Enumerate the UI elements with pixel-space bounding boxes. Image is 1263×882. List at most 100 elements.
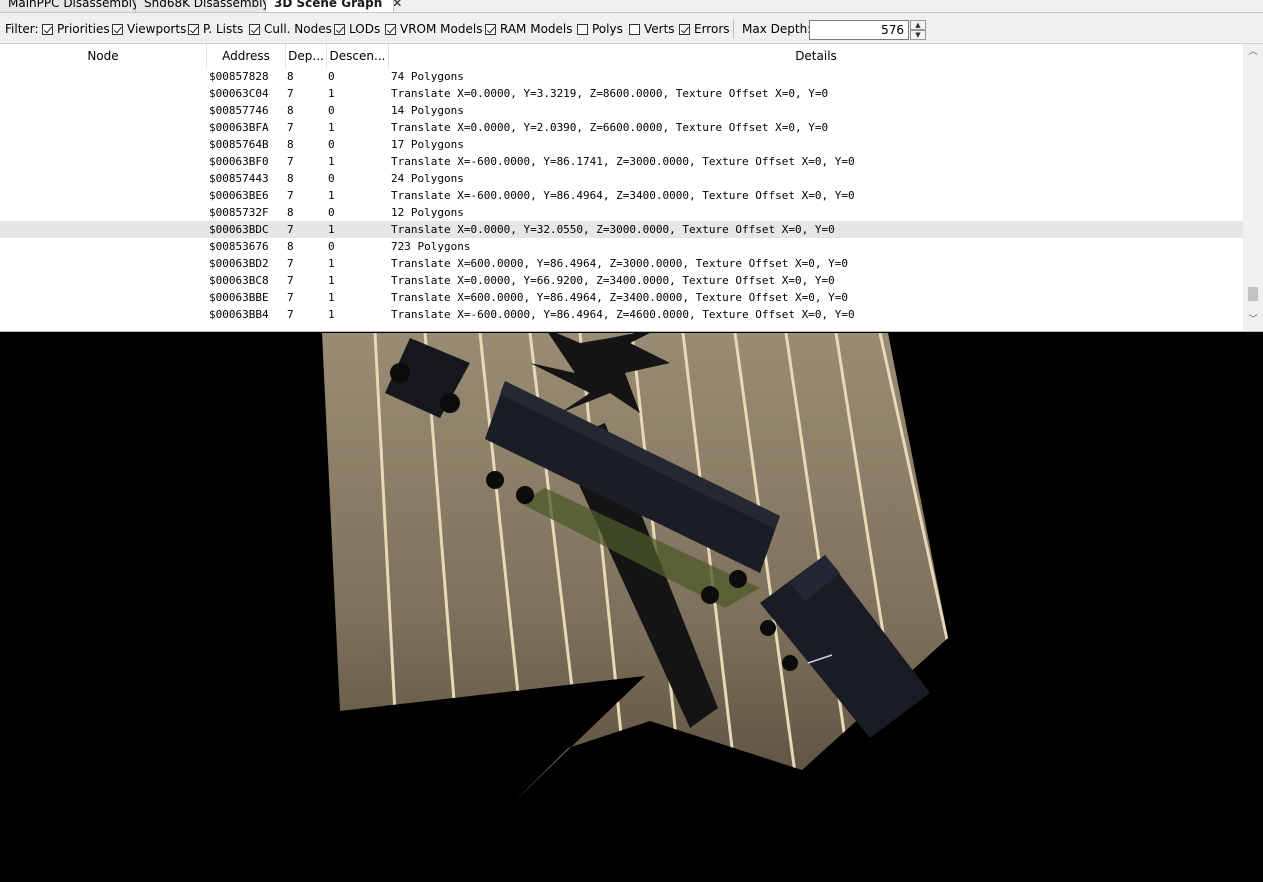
column-header-address[interactable]: Address [207,44,286,68]
tree-row[interactable]: Culling Node$00063BE671Translate X=-600.… [0,187,1243,204]
filter-checkbox-polys[interactable]: Polys [577,21,623,37]
checkbox-label: Cull. Nodes [264,22,332,36]
tree-row[interactable]: Model (VROM)$008574438024 Polygons [0,170,1243,187]
depth-cell: 8 [287,240,294,253]
address-cell: $00063C04 [209,87,269,100]
checkbox-unchecked-icon[interactable] [629,24,640,35]
details-cell: Translate X=0.0000, Y=66.9200, Z=3400.00… [391,274,835,287]
descendants-cell: 1 [328,308,335,321]
details-cell: Translate X=-600.0000, Y=86.4964, Z=3400… [391,189,855,202]
tree-row[interactable]: Culling Node$00063BF071Translate X=-600.… [0,153,1243,170]
tree-row[interactable]: Model (VROM)$0085367680723 Polygons [0,238,1243,255]
address-cell: $00063BDC [209,223,269,236]
details-cell: 14 Polygons [391,104,464,117]
tree-row[interactable]: Culling Node$00063BB471Translate X=-600.… [0,306,1243,323]
details-cell: Translate X=0.0000, Y=2.0390, Z=6600.000… [391,121,829,134]
scrollbar-thumb[interactable] [1248,287,1258,301]
checkbox-checked-icon[interactable] [249,24,260,35]
address-cell: $00853676 [209,240,269,253]
filter-toolbar: Filter: Priorities Viewports P. Lists Cull.… [0,13,1263,44]
descendants-cell: 0 [328,172,335,185]
depth-cell: 8 [287,206,294,219]
details-cell: Translate X=-600.0000, Y=86.1741, Z=3000… [391,155,855,168]
checkbox-label: P. Lists [203,22,244,36]
depth-cell: 7 [287,87,294,100]
checkbox-checked-icon[interactable] [485,24,496,35]
address-cell: $00063BF0 [209,155,269,168]
address-cell: $00063BFA [209,121,269,134]
depth-cell: 7 [287,274,294,287]
address-cell: $0085732F [209,206,269,219]
address-cell: $00857828 [209,70,269,83]
tree-row[interactable]: Culling Node$00063BFA71Translate X=0.000… [0,119,1243,136]
column-header-depth[interactable]: Dep... [286,44,327,68]
tree-row[interactable]: Model (VROM)$008577468014 Polygons [0,102,1243,119]
scene-render [322,328,948,803]
scene-viewport[interactable] [0,328,1263,879]
filter-checkbox-lods[interactable]: LODs [334,21,380,37]
checkbox-label: RAM Models [500,22,573,36]
filter-checkbox-priorities[interactable]: Priorities [42,21,110,37]
toolbar-separator [733,20,734,38]
address-cell: $00063BE6 [209,189,269,202]
depth-cell: 7 [287,189,294,202]
checkbox-unchecked-icon[interactable] [577,24,588,35]
vertical-scrollbar[interactable]: ︿ ﹀ [1243,44,1263,331]
address-cell: $00063BBE [209,291,269,304]
tree-row[interactable]: Culling Node$00063BD271Translate X=600.0… [0,255,1243,272]
close-icon[interactable]: ✕ [392,0,402,10]
tree-row[interactable]: Model (VROM)$008578288074 Polygons [0,68,1243,85]
spin-down-icon[interactable]: ▼ [910,30,926,40]
tree-row[interactable]: Culling Node$00063BBE71Translate X=600.0… [0,289,1243,306]
tab-3d-scene-graph[interactable]: 3D Scene Graph ✕ [266,0,402,12]
checkbox-checked-icon[interactable] [42,24,53,35]
details-cell: Translate X=0.0000, Y=3.3219, Z=8600.000… [391,87,829,100]
chevron-down-icon[interactable]: ﹀ [1243,312,1263,329]
filter-checkbox-p-lists[interactable]: P. Lists [188,21,243,37]
filter-checkbox-errors[interactable]: Errors [679,21,730,37]
checkbox-label: VROM Models [400,22,483,36]
filter-checkbox-cull-nodes[interactable]: Cull. Nodes [249,21,332,37]
checkbox-checked-icon[interactable] [385,24,396,35]
depth-cell: 8 [287,104,294,117]
tree-row[interactable]: Culling Node$00063C0471Translate X=0.000… [0,85,1243,102]
filter-checkbox-ram-models[interactable]: RAM Models [485,21,573,37]
checkbox-checked-icon[interactable] [188,24,199,35]
checkbox-label: LODs [349,22,381,36]
scene-graph-tree: Node Address Dep... Descen... Details Mo… [0,44,1263,332]
column-header-details[interactable]: Details [389,44,1243,68]
depth-cell: 7 [287,308,294,321]
checkbox-label: Viewports [127,22,187,36]
checkbox-checked-icon[interactable] [112,24,123,35]
tree-row[interactable]: Model (VROM)$0085732F8012 Polygons [0,204,1243,221]
tab-snd68k-disassembly[interactable]: Snd68K Disassembly [136,0,270,12]
tree-row[interactable]: Model (VROM)$0085764B8017 Polygons [0,136,1243,153]
details-cell: 723 Polygons [391,240,471,253]
address-cell: $0085764B [209,138,269,151]
checkbox-checked-icon[interactable] [334,24,345,35]
depth-cell: 7 [287,223,294,236]
depth-cell: 7 [287,121,294,134]
tab-mainppc-disassembly[interactable]: MainPPC Disassembly [0,0,139,12]
descendants-cell: 1 [328,274,335,287]
chevron-up-icon[interactable]: ︿ [1243,44,1263,61]
filter-checkbox-viewports[interactable]: Viewports [112,21,186,37]
tree-row[interactable]: Culling Node$00063BC871Translate X=0.000… [0,272,1243,289]
filter-checkbox-vrom-models[interactable]: VROM Models [385,21,482,37]
details-cell: 17 Polygons [391,138,464,151]
tree-rows: Model (VROM)$008578288074 Polygons Cullin… [0,68,1243,323]
checkbox-checked-icon[interactable] [679,24,690,35]
descendants-cell: 1 [328,155,335,168]
tree-row[interactable]: Culling Node$00063BDC71Translate X=0.000… [0,221,1243,238]
column-header-descendants[interactable]: Descen... [327,44,389,68]
spin-up-icon[interactable]: ▲ [910,20,926,30]
address-cell: $00063BC8 [209,274,269,287]
filter-label: Filter: [5,22,39,36]
max-depth-input[interactable] [809,20,909,40]
details-cell: Translate X=0.0000, Y=32.0550, Z=3000.00… [391,223,835,236]
details-cell: 12 Polygons [391,206,464,219]
column-header-node[interactable]: Node [0,44,207,68]
checkbox-label: Errors [694,22,730,36]
filter-checkbox-verts[interactable]: Verts [629,21,675,37]
checkbox-label: Polys [592,22,623,36]
